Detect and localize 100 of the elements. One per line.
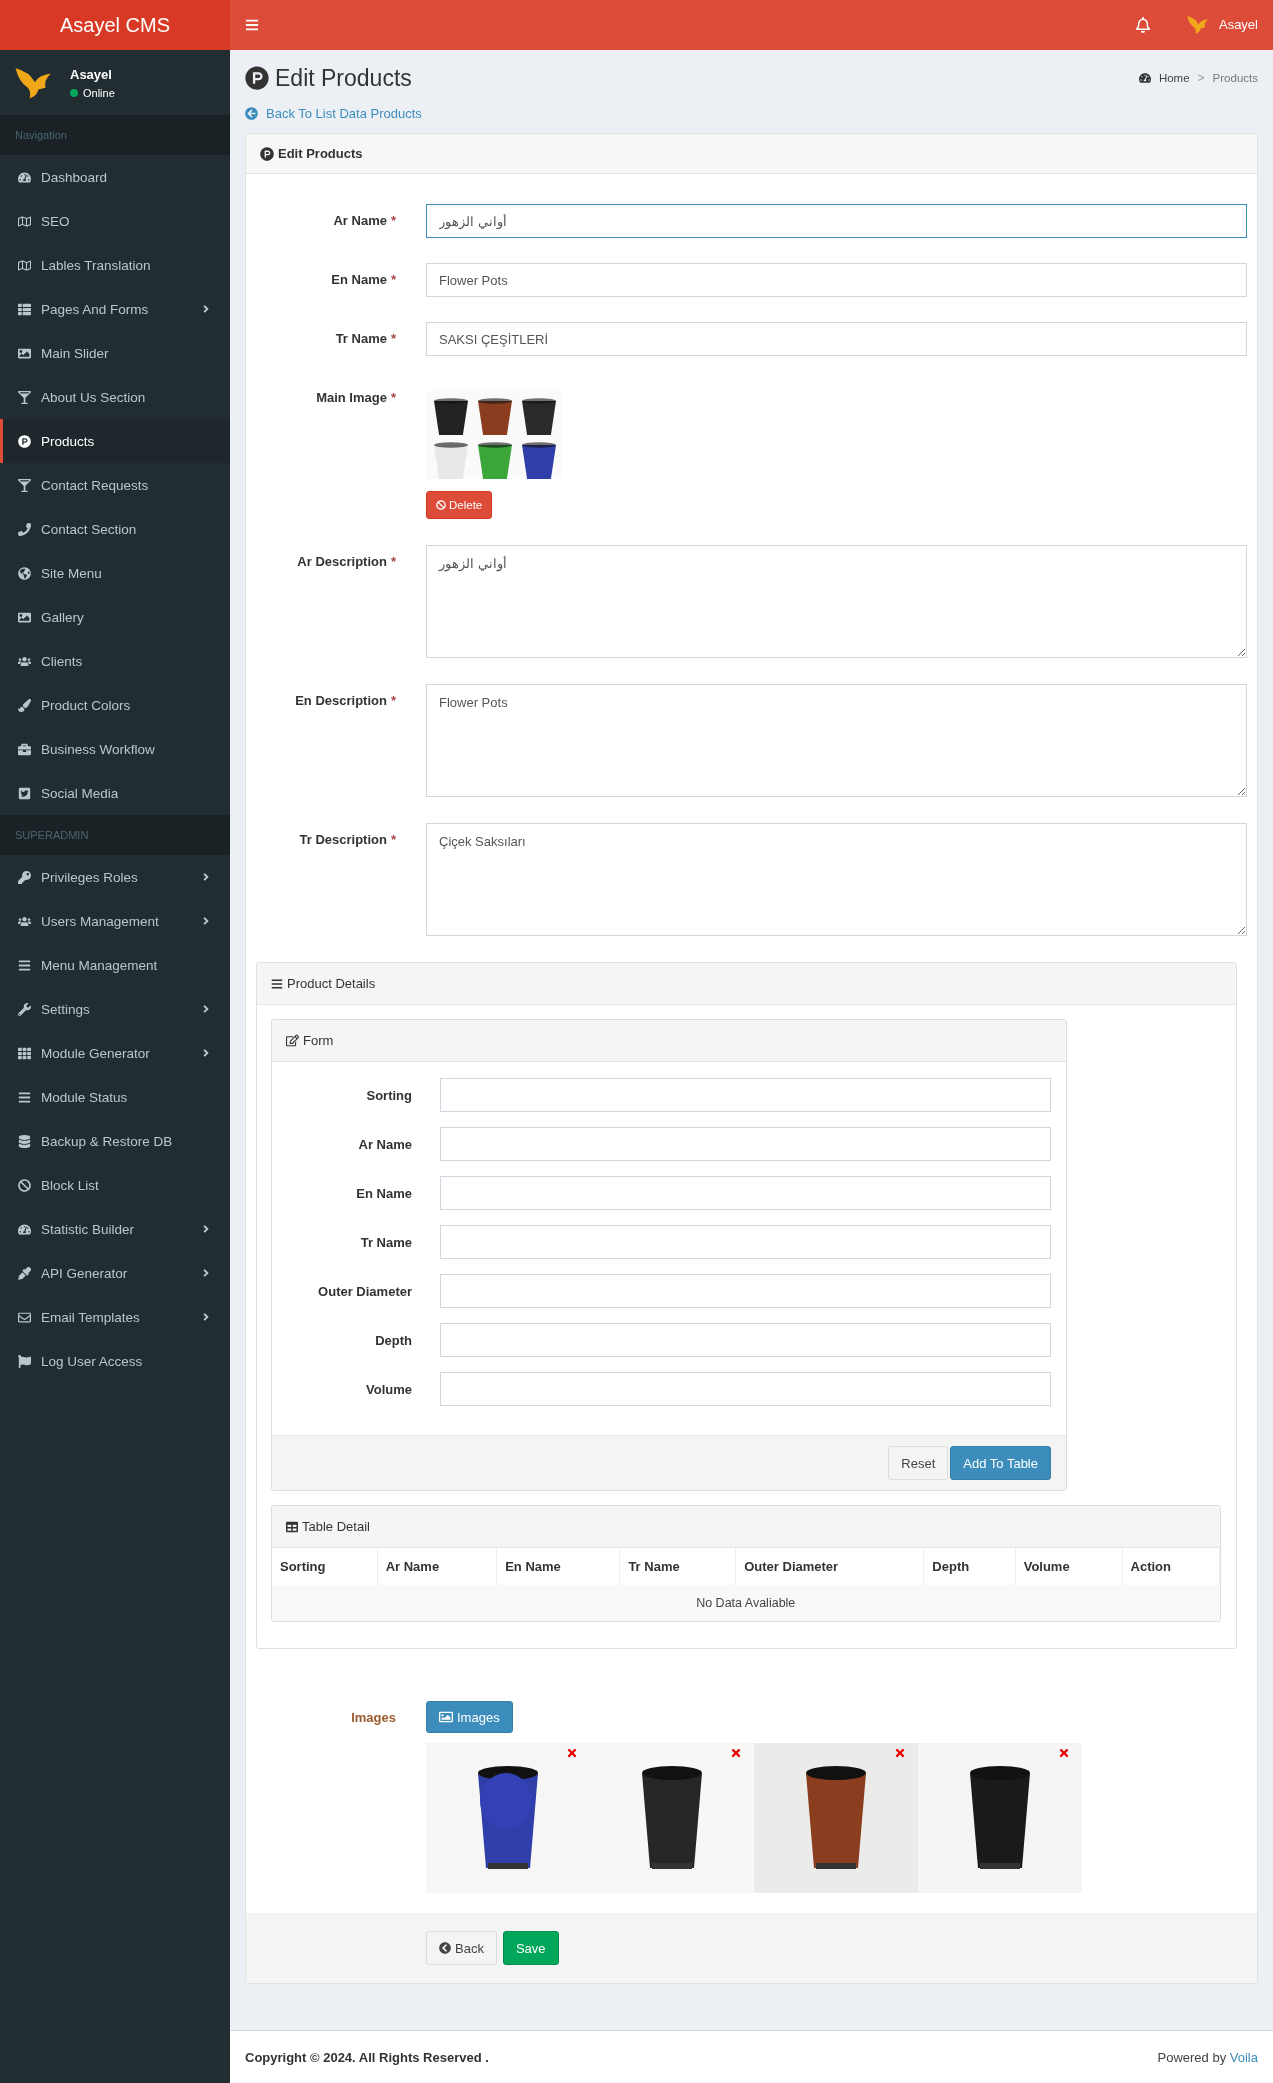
input-field[interactable] [440, 1225, 1051, 1259]
required-mark: * [390, 693, 396, 708]
sidebar-item[interactable]: Main Slider [0, 331, 230, 375]
sidebar-item[interactable]: Dashboard [0, 155, 230, 199]
menu-icon [18, 1090, 31, 1104]
field-label: Ar Description [297, 554, 387, 569]
sidebar-item[interactable]: Log User Access [0, 1339, 230, 1383]
sidebar-item[interactable]: Contact Section [0, 507, 230, 551]
bird-logo-icon [1184, 13, 1211, 37]
sidebar-item[interactable]: Products [0, 419, 230, 463]
sidebar-item[interactable]: Contact Requests [0, 463, 230, 507]
sidebar-item[interactable]: Social Media [0, 771, 230, 815]
wrench-icon [18, 1002, 31, 1016]
empty-message: No Data Avaliable [272, 1585, 1220, 1621]
required-mark: * [390, 832, 396, 847]
sidebar-item[interactable]: Email Templates [0, 1295, 230, 1339]
menu-icon[interactable] [245, 18, 259, 32]
sidebar-item[interactable]: Gallery [0, 595, 230, 639]
panel-title: Product Details [287, 976, 376, 991]
required-mark: * [390, 554, 396, 569]
sidebar-item[interactable]: Menu Management [0, 943, 230, 987]
sidebar-item[interactable]: About Us Section [0, 375, 230, 419]
field-label: Images [350, 1709, 396, 1727]
envelope-icon [18, 1310, 31, 1324]
field-label: Depth [374, 1332, 412, 1350]
menu-icon [271, 977, 283, 990]
sidebar-item[interactable]: API Generator [0, 1251, 230, 1295]
panel-title: Table Detail [302, 1519, 370, 1534]
user-name: Asayel [70, 66, 113, 82]
sidebar-item[interactable]: Module Generator [0, 1031, 230, 1075]
map-icon [18, 258, 31, 272]
reset-button[interactable]: Reset [888, 1446, 949, 1480]
user-menu[interactable]: Asayel [1218, 17, 1258, 33]
table-icon [286, 1520, 298, 1533]
images-button[interactable]: Images [426, 1701, 513, 1733]
eyedropper-icon [18, 1266, 31, 1280]
ban-icon [18, 1178, 31, 1192]
brush-icon [18, 698, 31, 712]
sidebar-item[interactable]: Clients [0, 639, 230, 683]
dashboard-icon [18, 1222, 31, 1236]
input-field[interactable]: Flower Pots [426, 263, 1247, 297]
sidebar-item[interactable]: Backup & Restore DB [0, 1119, 230, 1163]
field-label: Ar Name [333, 213, 387, 228]
sidebar-item[interactable]: Site Menu [0, 551, 230, 595]
dashboard-icon [1138, 72, 1151, 84]
text-area[interactable]: Flower Pots [426, 684, 1247, 797]
nav-section-header: Navigation [0, 115, 230, 155]
input-field[interactable] [440, 1176, 1051, 1210]
field-label: En Name [355, 1185, 412, 1203]
dashboard-icon [18, 170, 31, 184]
field-label: Sorting [365, 1087, 412, 1105]
required-mark: * [390, 213, 396, 228]
panel-title: Form [303, 1033, 334, 1048]
bell-icon[interactable] [1134, 17, 1151, 33]
input-field[interactable]: SAKSI ÇEŞİTLERİ [426, 322, 1247, 356]
sidebar-item[interactable]: Privileges Roles [0, 855, 230, 899]
voila-link[interactable]: Voila [1229, 2049, 1258, 2065]
brand-title[interactable]: Asayel CMS [0, 0, 230, 50]
required-mark: * [390, 272, 396, 287]
input-field[interactable] [440, 1372, 1051, 1406]
field-label: Outer Diameter [317, 1283, 412, 1301]
breadcrumb-link[interactable]: Home [1158, 72, 1190, 84]
grid-icon [18, 1046, 31, 1060]
text-area[interactable]: أواني الزهور [426, 545, 1247, 658]
ban-icon [436, 500, 446, 510]
sidebar-item[interactable]: Module Status [0, 1075, 230, 1119]
database-icon [18, 1134, 31, 1148]
field-label: Ar Name [357, 1136, 412, 1154]
breadcrumb-link[interactable]: Products [1212, 72, 1258, 84]
text-area[interactable]: Çiçek Saksıları [426, 823, 1247, 936]
input-field[interactable] [440, 1274, 1051, 1308]
menu-icon [18, 958, 31, 972]
sidebar-item[interactable]: Lables Translation [0, 243, 230, 287]
sidebar-item[interactable]: Pages And Forms [0, 287, 230, 331]
arrow-left-icon [245, 107, 258, 120]
sidebar-item[interactable]: Product Colors [0, 683, 230, 727]
remove-icon[interactable] [894, 1747, 906, 1759]
copyright-text: Copyright © 2024. All Rights Reserved . [245, 2049, 489, 2065]
briefcase-icon [18, 742, 31, 756]
glass-icon [18, 390, 31, 404]
add-to-table-button[interactable]: Add To Table [950, 1446, 1051, 1480]
image-icon [18, 610, 31, 624]
sidebar-item[interactable]: Settings [0, 987, 230, 1031]
input-field[interactable] [440, 1127, 1051, 1161]
field-label: Tr Name [335, 331, 387, 346]
remove-icon[interactable] [1058, 1747, 1070, 1759]
sidebar-item[interactable]: Block List [0, 1163, 230, 1207]
image-icon [18, 346, 31, 360]
sidebar-item[interactable]: Users Management [0, 899, 230, 943]
input-field[interactable] [440, 1323, 1051, 1357]
page-title: Edit Products [275, 64, 412, 92]
sidebar-item[interactable]: Statistic Builder [0, 1207, 230, 1251]
sidebar-item[interactable]: SEO [0, 199, 230, 243]
input-field[interactable] [440, 1078, 1051, 1112]
remove-icon[interactable] [730, 1747, 742, 1759]
remove-icon[interactable] [566, 1747, 578, 1759]
back-button[interactable]: Back [426, 1931, 497, 1965]
delete-button[interactable]: Delete [426, 491, 493, 519]
image-icon [439, 1710, 453, 1724]
sidebar-item[interactable]: Business Workflow [0, 727, 230, 771]
